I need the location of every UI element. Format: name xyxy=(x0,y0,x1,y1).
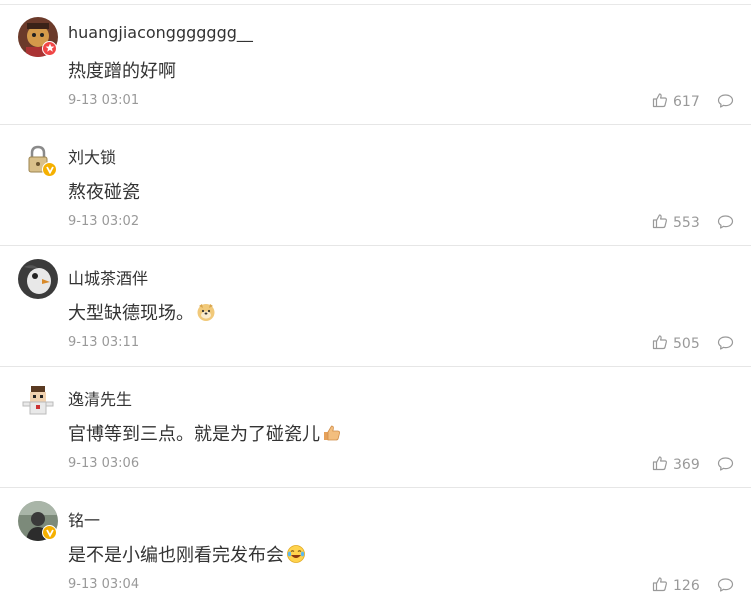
like-count: 553 xyxy=(673,215,700,231)
timestamp: 9-13 03:04 xyxy=(68,577,140,592)
comment-text-content: 热度蹭的好啊 xyxy=(68,61,176,82)
doge-emoji xyxy=(196,302,216,322)
reply-button[interactable] xyxy=(717,335,734,355)
thumbs-up-icon xyxy=(652,455,668,475)
like-count: 505 xyxy=(673,336,700,352)
reply-button[interactable] xyxy=(717,456,734,476)
verified-v-badge xyxy=(42,162,57,177)
red-star-badge xyxy=(42,41,57,56)
username[interactable]: 刘大锁 xyxy=(68,144,116,168)
timestamp: 9-13 03:11 xyxy=(68,335,140,350)
comment-item: 铭一 是不是小编也刚看完发布会 9-13 03:04 126 xyxy=(0,487,751,608)
like-button[interactable]: 505 xyxy=(652,334,700,354)
thumbs-up-icon xyxy=(652,213,668,233)
thumbs-up-emoji xyxy=(322,423,342,443)
like-button[interactable]: 617 xyxy=(652,92,700,112)
like-count: 126 xyxy=(673,578,700,594)
username[interactable]: huangjiaconggggggg__ xyxy=(68,23,253,42)
comment-text: 热度蹭的好啊 xyxy=(68,57,176,83)
like-count: 617 xyxy=(673,94,700,110)
reply-button[interactable] xyxy=(717,577,734,597)
username[interactable]: 逸清先生 xyxy=(68,386,132,410)
reply-button[interactable] xyxy=(717,93,734,113)
comment-item: huangjiaconggggggg__ 热度蹭的好啊 9-13 03:01 6… xyxy=(0,3,751,125)
laughing-tears-emoji xyxy=(286,544,306,564)
comment-item: 逸清先生 官博等到三点。就是为了碰瓷儿 9-13 03:06 369 xyxy=(0,366,751,488)
verified-v-badge xyxy=(42,525,57,540)
avatar[interactable] xyxy=(18,380,58,420)
timestamp: 9-13 03:01 xyxy=(68,93,140,108)
comment-text: 是不是小编也刚看完发布会 xyxy=(68,541,306,567)
comment-item: 山城茶酒伴 大型缺德现场。 9-13 03:11 505 xyxy=(0,245,751,367)
comment-text-content: 大型缺德现场。 xyxy=(68,303,194,324)
timestamp: 9-13 03:06 xyxy=(68,456,140,471)
thumbs-up-icon xyxy=(652,334,668,354)
comment-text: 熬夜碰瓷 xyxy=(68,178,140,204)
thumbs-up-icon xyxy=(652,92,668,112)
like-button[interactable]: 126 xyxy=(652,576,700,596)
username[interactable]: 山城茶酒伴 xyxy=(68,265,148,289)
username[interactable]: 铭一 xyxy=(68,507,100,531)
like-count: 369 xyxy=(673,457,700,473)
comment-bubble-icon xyxy=(717,215,734,234)
like-button[interactable]: 553 xyxy=(652,213,700,233)
comment-text: 官博等到三点。就是为了碰瓷儿 xyxy=(68,420,342,446)
like-button[interactable]: 369 xyxy=(652,455,700,475)
comment-bubble-icon xyxy=(717,336,734,355)
reply-button[interactable] xyxy=(717,214,734,234)
thumbs-up-icon xyxy=(652,576,668,596)
comment-bubble-icon xyxy=(717,457,734,476)
comment-text: 大型缺德现场。 xyxy=(68,299,216,325)
avatar[interactable] xyxy=(18,259,58,299)
comment-text-content: 是不是小编也刚看完发布会 xyxy=(68,545,284,566)
timestamp: 9-13 03:02 xyxy=(68,214,140,229)
comment-bubble-icon xyxy=(717,578,734,597)
comment-bubble-icon xyxy=(717,94,734,113)
comment-text-content: 熬夜碰瓷 xyxy=(68,182,140,203)
comment-text-content: 官博等到三点。就是为了碰瓷儿 xyxy=(68,424,320,445)
comment-item: 刘大锁 熬夜碰瓷 9-13 03:02 553 xyxy=(0,124,751,246)
